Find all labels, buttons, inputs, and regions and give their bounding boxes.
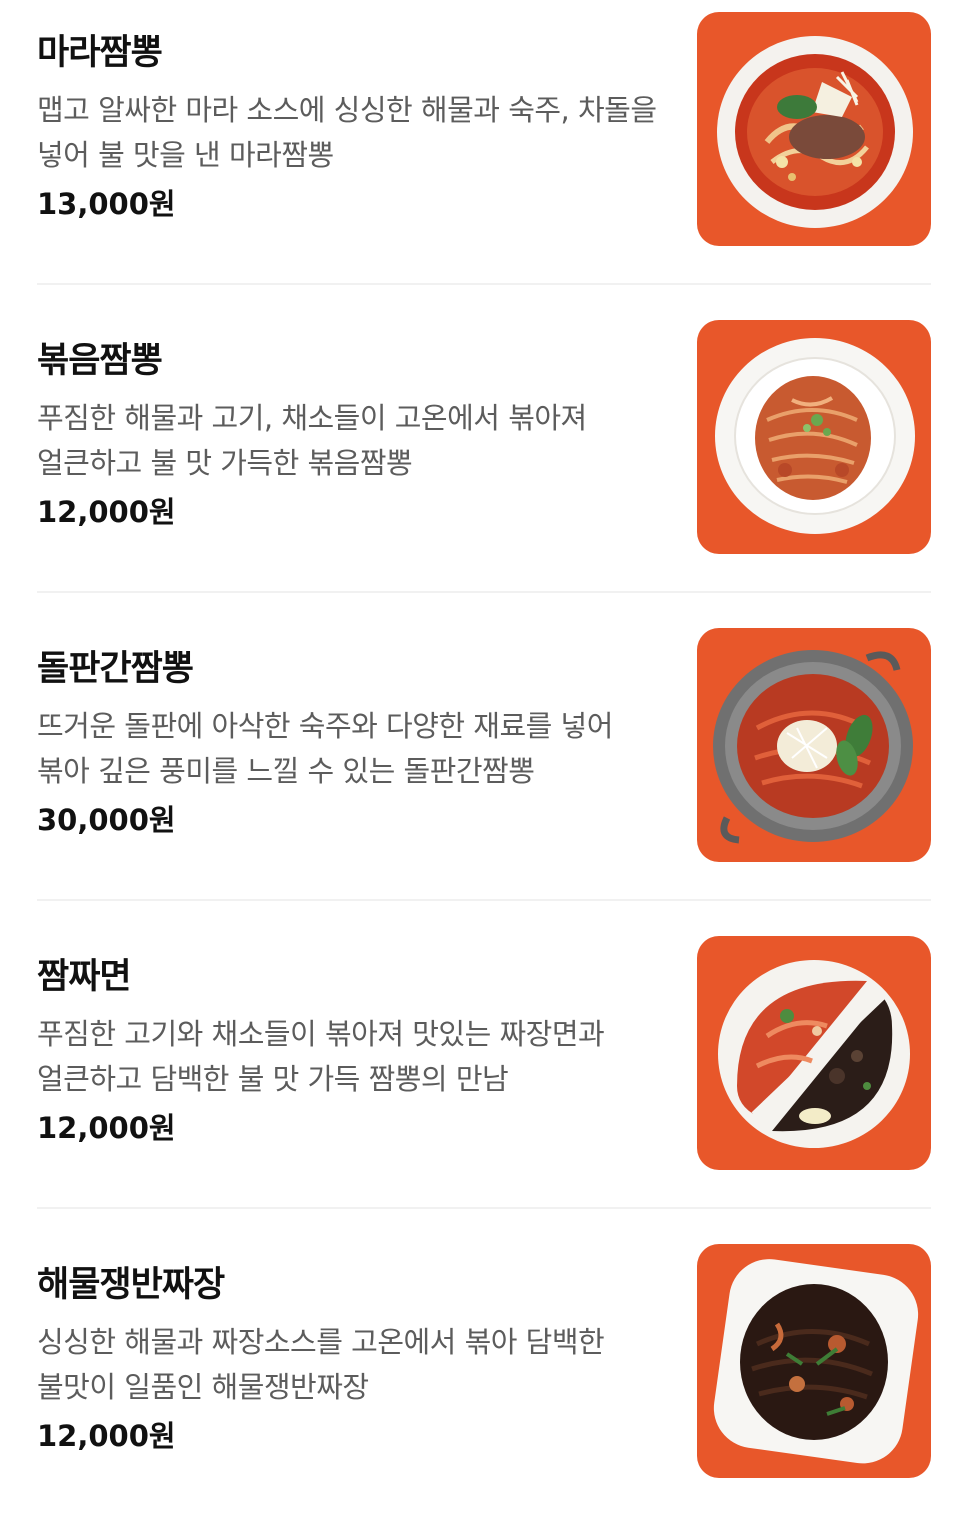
menu-item-description: 싱싱한 해물과 짜장소스를 고온에서 볶아 담백한 불맛이 일품인 해물쟁반짜장 — [37, 1325, 605, 1404]
stone-plate-jjamppong-photo[interactable] — [697, 628, 931, 862]
menu-item-price: 30,000원 — [37, 803, 176, 837]
stir-fried-jjamppong-photo-drawing — [715, 338, 915, 534]
jjamjjamyeon-photo-drawing — [718, 960, 910, 1148]
menu-item-name: 마라짬뽕 — [37, 33, 163, 73]
mala-jjamppong-photo[interactable] — [697, 12, 931, 246]
divider — [37, 283, 931, 285]
divider — [37, 1207, 931, 1209]
menu-item-name: 짬짜면 — [37, 957, 132, 997]
stone-plate-jjamppong-photo-drawing — [713, 650, 913, 844]
menu-item-price: 12,000원 — [37, 495, 176, 529]
menu-item-price: 12,000원 — [37, 1111, 176, 1145]
menu-item-name: 볶음짬뽕 — [37, 341, 163, 381]
menu-item-description: 뜨거운 돌판에 아삭한 숙주와 다양한 재료를 넣어 볶아 깊은 풍미를 느낄 … — [37, 709, 613, 788]
menu-item-mala-jjamppong[interactable]: 마라짬뽕 맵고 알싸한 마라 소스에 싱싱한 해물과 숙주, 차돌을 넣어 불 … — [0, 0, 966, 308]
menu-item-stir-fried-jjamppong[interactable]: 볶음짬뽕 푸짐한 해물과 고기, 채소들이 고온에서 볶아져 얼큰하고 불 맛 … — [0, 308, 966, 616]
menu-item-price: 13,000원 — [37, 187, 176, 221]
divider — [37, 899, 931, 901]
menu-item-seafood-tray-jjajang[interactable]: 해물쟁반짜장 싱싱한 해물과 짜장소스를 고온에서 볶아 담백한 불맛이 일품인… — [0, 1232, 966, 1540]
menu-item-description: 푸짐한 해물과 고기, 채소들이 고온에서 볶아져 얼큰하고 불 맛 가득한 볶… — [37, 401, 587, 480]
menu-item-price: 12,000원 — [37, 1419, 176, 1453]
menu-item-description: 푸짐한 고기와 채소들이 볶아져 맛있는 짜장면과 얼큰하고 담백한 불 맛 가… — [37, 1017, 605, 1096]
seafood-tray-jjajang-photo-drawing — [713, 1259, 919, 1464]
jjamjjamyeon-photo[interactable] — [697, 936, 931, 1170]
menu-item-stone-plate-jjamppong[interactable]: 돌판간짬뽕 뜨거운 돌판에 아삭한 숙주와 다양한 재료를 넣어 볶아 깊은 풍… — [0, 616, 966, 924]
menu-item-jjamjjamyeon[interactable]: 짬짜면 푸짐한 고기와 채소들이 볶아져 맛있는 짜장면과 얼큰하고 담백한 불… — [0, 924, 966, 1232]
menu-list: 마라짬뽕 맵고 알싸한 마라 소스에 싱싱한 해물과 숙주, 차돌을 넣어 불 … — [0, 0, 966, 1498]
divider — [37, 591, 931, 593]
seafood-tray-jjajang-photo[interactable] — [697, 1244, 931, 1478]
mala-jjamppong-photo-drawing — [717, 36, 913, 228]
menu-item-description: 맵고 알싸한 마라 소스에 싱싱한 해물과 숙주, 차돌을 넣어 불 맛을 낸 … — [37, 93, 657, 172]
menu-item-name: 돌판간짬뽕 — [37, 649, 194, 689]
stir-fried-jjamppong-photo[interactable] — [697, 320, 931, 554]
menu-item-name: 해물쟁반짜장 — [37, 1265, 225, 1305]
